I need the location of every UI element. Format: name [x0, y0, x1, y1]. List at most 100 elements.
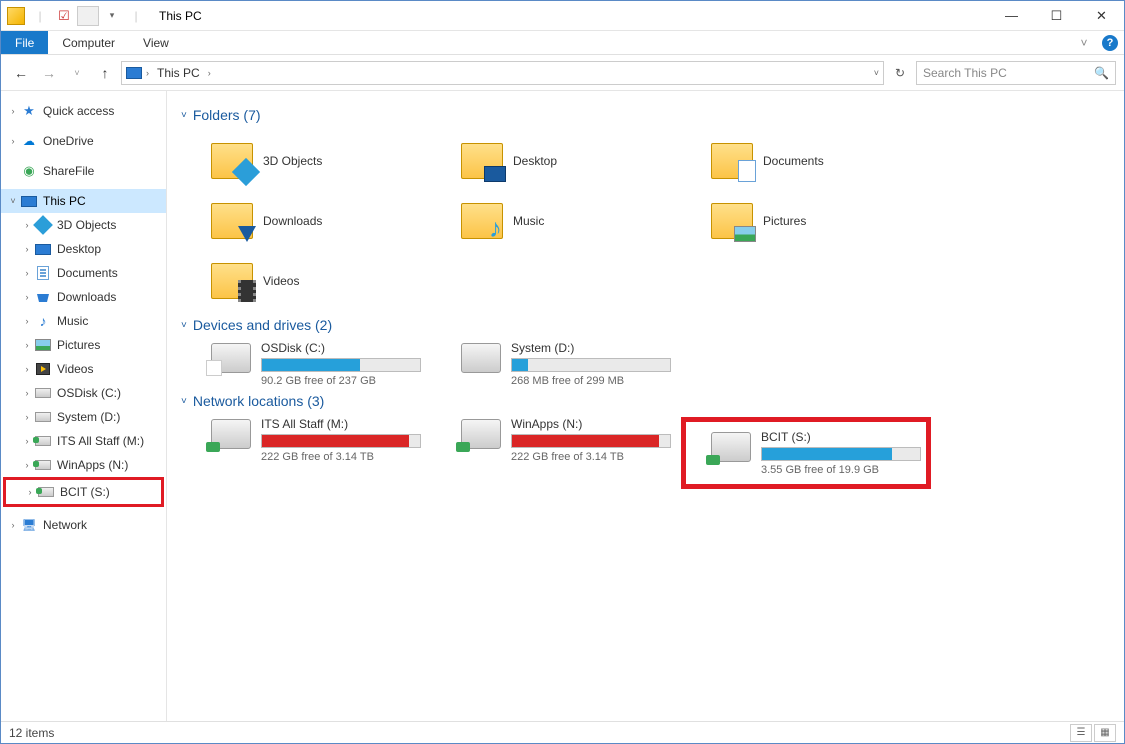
help-icon[interactable]: ? — [1102, 35, 1118, 51]
downloads-icon — [35, 289, 51, 305]
tree-systemd[interactable]: › System (D:) — [1, 405, 166, 429]
folder-icon — [711, 203, 753, 239]
tree-documents[interactable]: › Documents — [1, 261, 166, 285]
storage-bar — [261, 434, 421, 448]
drive-itsall[interactable]: ITS All Staff (M:) 222 GB free of 3.14 T… — [181, 417, 425, 489]
cloud-icon: ☁ — [21, 133, 37, 149]
view-tiles-button[interactable]: ▦ — [1094, 724, 1116, 742]
recent-dropdown-icon[interactable]: ˅ — [65, 61, 89, 85]
folder-desktop[interactable]: Desktop — [431, 131, 681, 191]
qat-properties-icon[interactable]: ☑ — [53, 5, 75, 27]
drive-bcit-highlight[interactable]: BCIT (S:) 3.55 GB free of 19.9 GB — [681, 417, 931, 489]
drive-icon — [461, 343, 501, 373]
tree-quick-access[interactable]: › ★ Quick access — [1, 99, 166, 123]
status-bar: 12 items ☰ ▦ — [1, 721, 1124, 743]
drive-systemd[interactable]: System (D:) 268 MB free of 299 MB — [431, 341, 675, 387]
tree-music[interactable]: ›♪ Music — [1, 309, 166, 333]
status-text: 12 items — [9, 726, 54, 740]
tree-pictures[interactable]: › Pictures — [1, 333, 166, 357]
tab-computer[interactable]: Computer — [48, 31, 129, 54]
videos-icon — [35, 361, 51, 377]
pc-icon — [21, 193, 37, 209]
storage-bar — [261, 358, 421, 372]
tree-downloads[interactable]: › Downloads — [1, 285, 166, 309]
folder-pictures[interactable]: Pictures — [681, 191, 931, 251]
navigation-tree[interactable]: › ★ Quick access › ☁ OneDrive ◉ ShareFil… — [1, 91, 167, 721]
chevron-right-icon[interactable]: › — [146, 68, 149, 78]
tree-network[interactable]: ›🖥 Network — [1, 513, 166, 537]
music-icon: ♪ — [35, 313, 51, 329]
search-icon: 🔍 — [1094, 66, 1109, 80]
folder-icon — [211, 203, 253, 239]
tree-desktop[interactable]: › Desktop — [1, 237, 166, 261]
chevron-down-icon[interactable]: ˅ — [181, 110, 187, 121]
tree-bcit[interactable]: › BCIT (S:) — [6, 480, 161, 504]
forward-button[interactable]: → — [37, 61, 61, 85]
address-bar[interactable]: › This PC › ˅ — [121, 61, 884, 85]
up-button[interactable]: ↑ — [93, 61, 117, 85]
address-dropdown-icon[interactable]: ˅ — [874, 68, 879, 78]
tree-winapps[interactable]: › WinApps (N:) — [1, 453, 166, 477]
main-content[interactable]: ˅ Folders (7) 3D Objects Desktop Documen… — [167, 91, 1124, 721]
chevron-right-icon[interactable]: › — [208, 68, 211, 78]
network-drive-icon — [211, 419, 251, 449]
folder-icon: ♪ — [461, 203, 503, 239]
folder-music[interactable]: ♪ Music — [431, 191, 681, 251]
folder-3dobjects[interactable]: 3D Objects — [181, 131, 431, 191]
tree-onedrive[interactable]: › ☁ OneDrive — [1, 129, 166, 153]
breadcrumb[interactable]: This PC — [153, 66, 204, 80]
folder-icon — [211, 263, 253, 299]
navigation-bar: ← → ˅ ↑ › This PC › ˅ ↻ Search This PC 🔍 — [1, 55, 1124, 91]
network-icon: 🖥 — [21, 517, 37, 533]
tab-file[interactable]: File — [1, 31, 48, 54]
drive-osdisk[interactable]: OSDisk (C:) 90.2 GB free of 237 GB — [181, 341, 425, 387]
qat-separator: | — [29, 5, 51, 27]
app-icon[interactable] — [5, 5, 27, 27]
chevron-down-icon[interactable]: ˅ — [7, 196, 19, 206]
view-details-button[interactable]: ☰ — [1070, 724, 1092, 742]
minimize-button[interactable]: — — [989, 1, 1034, 30]
chevron-right-icon[interactable]: › — [7, 106, 19, 116]
chevron-right-icon[interactable]: › — [7, 136, 19, 146]
network-drive-icon — [38, 484, 54, 500]
tree-videos[interactable]: › Videos — [1, 357, 166, 381]
tree-itsall[interactable]: › ITS All Staff (M:) — [1, 429, 166, 453]
maximize-button[interactable]: ☐ — [1034, 1, 1079, 30]
tree-sharefile[interactable]: ◉ ShareFile — [1, 159, 166, 183]
tree-osdisk[interactable]: › OSDisk (C:) — [1, 381, 166, 405]
tree-3dobjects[interactable]: › 3D Objects — [1, 213, 166, 237]
network-drive-icon — [35, 457, 51, 473]
section-folders-header[interactable]: ˅ Folders (7) — [181, 107, 1110, 123]
tree-bcit-highlight: › BCIT (S:) — [3, 477, 164, 507]
qat-newfolder-icon[interactable] — [77, 5, 99, 27]
folder-videos[interactable]: Videos — [181, 251, 431, 311]
folder-downloads[interactable]: Downloads — [181, 191, 431, 251]
close-button[interactable]: ✕ — [1079, 1, 1124, 30]
section-network-header[interactable]: ˅ Network locations (3) — [181, 393, 1110, 409]
folder-icon — [461, 143, 503, 179]
3d-icon — [35, 217, 51, 233]
chevron-down-icon[interactable]: ˅ — [181, 396, 187, 407]
tree-this-pc[interactable]: ˅ This PC — [1, 189, 166, 213]
ribbon-collapse-icon[interactable]: ˅ — [1072, 31, 1096, 54]
refresh-button[interactable]: ↻ — [888, 61, 912, 85]
qat-dropdown-icon[interactable]: ▾ — [101, 5, 123, 27]
storage-bar — [511, 358, 671, 372]
back-button[interactable]: ← — [9, 61, 33, 85]
folder-documents[interactable]: Documents — [681, 131, 931, 191]
ribbon: File Computer View ˅ ? — [1, 31, 1124, 55]
drive-icon — [35, 385, 51, 401]
chevron-down-icon[interactable]: ˅ — [181, 320, 187, 331]
window-title: This PC — [159, 9, 202, 23]
search-input[interactable]: Search This PC 🔍 — [916, 61, 1116, 85]
section-devices-header[interactable]: ˅ Devices and drives (2) — [181, 317, 1110, 333]
folder-icon — [711, 143, 753, 179]
network-drive-icon — [461, 419, 501, 449]
search-placeholder: Search This PC — [923, 66, 1007, 80]
drive-winapps[interactable]: WinApps (N:) 222 GB free of 3.14 TB — [431, 417, 675, 489]
tab-view[interactable]: View — [129, 31, 183, 54]
folder-icon — [211, 143, 253, 179]
storage-bar — [511, 434, 671, 448]
pc-icon — [126, 67, 142, 79]
network-drive-icon — [35, 433, 51, 449]
